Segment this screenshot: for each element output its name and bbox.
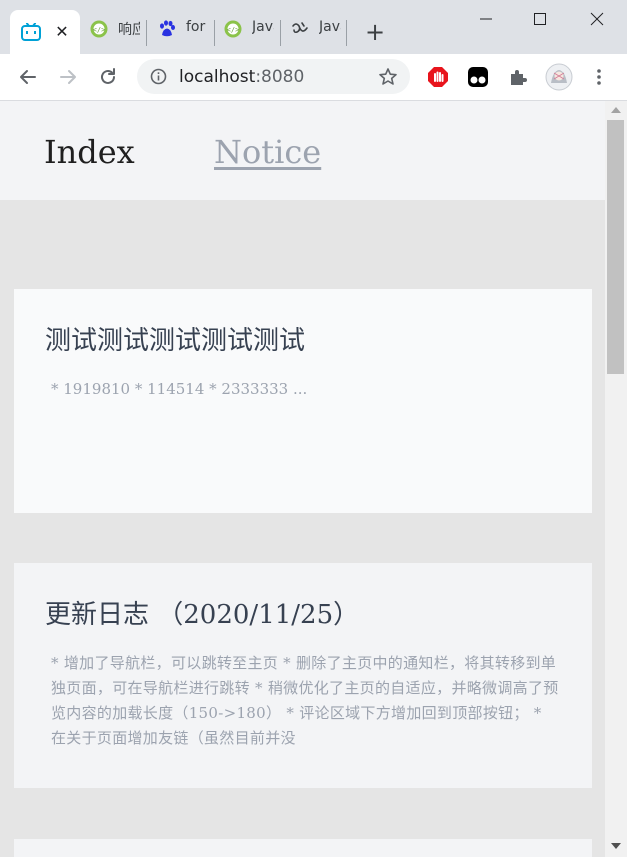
tab-title: for [186,19,206,35]
tab-divider [280,20,281,46]
tab-divider [146,20,147,46]
site-header: Index Notice [0,101,605,200]
page-viewport: Index Notice 测试测试测试测试测试 * 1919810 * 1145… [0,101,605,857]
adblock-extension-icon[interactable] [427,66,449,88]
tab-divider [214,20,215,46]
url-text: localhost:8080 [179,67,304,87]
baidu-paw-icon [158,20,176,42]
nav-link-notice[interactable]: Notice [214,133,321,171]
minimize-icon[interactable] [475,8,497,30]
svg-text:</>: </> [227,26,240,34]
svg-text:</>: </> [93,26,106,34]
tab-title: Java [252,19,274,35]
script-icon [291,20,309,42]
code-icon: </> [90,20,108,42]
tab-4[interactable]: </> Java [224,14,274,44]
url-host: localhost [179,67,256,87]
tampermonkey-extension-icon[interactable] [467,66,489,88]
forward-arrow-icon[interactable] [57,66,79,88]
close-tab-icon[interactable]: ✕ [52,21,72,43]
post-excerpt: * 增加了导航栏，可以跳转至主页 * 删除了主页中的通知栏，将其转移到单独页面，… [51,654,559,747]
post-title[interactable]: 更新日志 （2020/11/25） [45,594,359,631]
new-tab-button[interactable]: + [364,20,386,44]
tab-title: Java [319,19,341,35]
page-scrollbar[interactable] [605,101,627,857]
tab-5[interactable]: Java [291,14,341,44]
maximize-icon[interactable] [529,8,551,30]
post-card[interactable]: 测试测试测试测试测试 * 1919810 * 114514 * 2333333 … [14,289,592,513]
post-title[interactable]: 测试测试测试测试测试 [45,320,305,357]
url-port: :8080 [255,67,305,87]
bilibili-icon [21,22,41,45]
scroll-down-arrow-icon[interactable] [611,843,621,849]
tab-divider [346,20,347,46]
site-info-icon[interactable] [150,68,167,89]
nav-link-index[interactable]: Index [44,133,135,171]
tab-active[interactable]: ✕ [10,10,80,54]
close-window-icon[interactable] [586,8,608,30]
post-excerpt: * 1919810 * 114514 * 2333333 ... [51,380,308,398]
browser-tab-strip: ✕ </> 响应 for </> Java [0,0,627,54]
post-card[interactable]: 更新日志 （2020/11/25） * 增加了导航栏，可以跳转至主页 * 删除了… [14,563,592,788]
puzzle-extensions-icon[interactable] [507,66,529,88]
tab-3[interactable]: for [158,14,208,44]
tab-title: 响应 [118,22,140,38]
kebab-menu-icon[interactable] [588,66,610,88]
post-card[interactable] [14,839,592,857]
profile-avatar-icon[interactable] [545,63,573,91]
scroll-up-arrow-icon[interactable] [611,107,621,113]
browser-toolbar: localhost:8080 [0,54,627,101]
reload-icon[interactable] [97,66,119,88]
bookmark-star-icon[interactable] [378,67,398,91]
code-icon: </> [224,20,242,42]
tab-2[interactable]: </> 响应 [90,14,140,44]
address-bar[interactable]: localhost:8080 [137,59,410,94]
back-arrow-icon[interactable] [17,66,39,88]
scrollbar-thumb[interactable] [607,120,624,374]
